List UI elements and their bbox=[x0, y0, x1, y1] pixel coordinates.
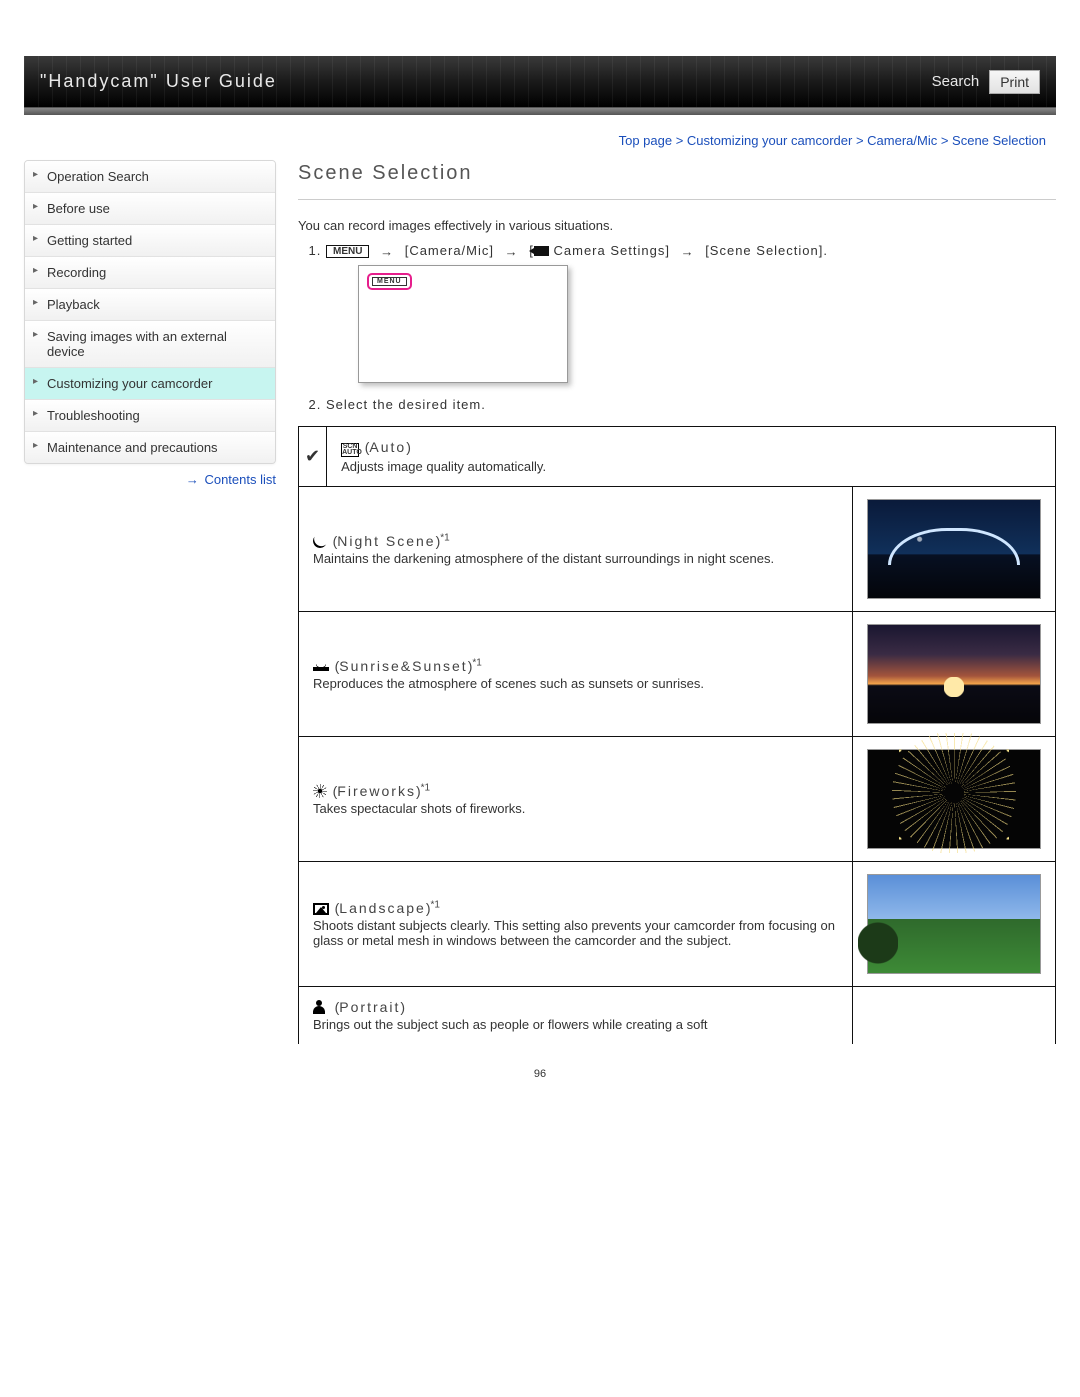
sidebar-item-before-use[interactable]: Before use bbox=[25, 193, 275, 225]
sidebar: Operation Search Before use Getting star… bbox=[24, 160, 276, 1044]
sidebar-item-troubleshooting[interactable]: Troubleshooting bbox=[25, 400, 275, 432]
lcd-screenshot: MENU bbox=[358, 265, 568, 383]
arrow-right-icon: → bbox=[681, 244, 695, 259]
table-row: (Fireworks)*1 Takes spectacular shots of… bbox=[299, 737, 1056, 862]
main-content: Scene Selection You can record images ef… bbox=[298, 160, 1056, 1044]
auto-icon bbox=[341, 443, 359, 457]
sidebar-item-label: Saving images with an external device bbox=[47, 329, 227, 359]
breadcrumb[interactable]: Top page > Customizing your camcorder > … bbox=[24, 133, 1046, 148]
sidebar-item-customizing[interactable]: Customizing your camcorder bbox=[25, 368, 275, 400]
thumbnail-cell bbox=[853, 737, 1056, 862]
camera-icon bbox=[534, 246, 549, 256]
step1-part1: [Camera/Mic] bbox=[405, 243, 494, 258]
table-row: (Night Scene)*1 Maintains the darkening … bbox=[299, 487, 1056, 612]
scene-cell-sunset: (Sunrise&Sunset)*1 Reproduces the atmosp… bbox=[299, 612, 853, 737]
scene-desc: Maintains the darkening atmosphere of th… bbox=[313, 551, 838, 566]
table-row: (Sunrise&Sunset)*1 Reproduces the atmosp… bbox=[299, 612, 1056, 737]
sidebar-item-label: Maintenance and precautions bbox=[47, 440, 218, 455]
contents-list-link[interactable]: Contents list bbox=[204, 472, 276, 487]
landscape-thumbnail bbox=[867, 874, 1041, 974]
sidebar-item-label: Troubleshooting bbox=[47, 408, 140, 423]
menu-badge-icon: MENU bbox=[326, 245, 369, 258]
check-icon: ✔ bbox=[299, 427, 327, 487]
portrait-icon bbox=[313, 1000, 329, 1014]
scene-desc: Reproduces the atmosphere of scenes such… bbox=[313, 676, 838, 691]
intro-text: You can record images effectively in var… bbox=[298, 218, 1056, 233]
scene-superscript: *1 bbox=[421, 782, 430, 793]
sidebar-item-label: Getting started bbox=[47, 233, 132, 248]
sidebar-item-label: Operation Search bbox=[47, 169, 149, 184]
scene-cell-fireworks: (Fireworks)*1 Takes spectacular shots of… bbox=[299, 737, 853, 862]
sidebar-item-label: Before use bbox=[47, 201, 110, 216]
scene-selection-table: ✔ (Auto) Adjusts image quality automatic… bbox=[298, 426, 1056, 1044]
moon-icon bbox=[313, 534, 327, 548]
search-link[interactable]: Search bbox=[932, 73, 980, 90]
thumbnail-cell bbox=[853, 612, 1056, 737]
sidebar-item-operation-search[interactable]: Operation Search bbox=[25, 161, 275, 193]
scene-name: Landscape bbox=[339, 900, 426, 916]
scene-name: Fireworks bbox=[337, 783, 416, 799]
sidebar-list: Operation Search Before use Getting star… bbox=[24, 160, 276, 464]
sidebar-item-maintenance[interactable]: Maintenance and precautions bbox=[25, 432, 275, 463]
guide-title: "Handycam" User Guide bbox=[40, 71, 277, 92]
thumbnail-cell bbox=[853, 862, 1056, 987]
menu-small-label: MENU bbox=[372, 277, 407, 286]
arrow-right-icon: → bbox=[186, 472, 199, 487]
scene-desc: Adjusts image quality automatically. bbox=[341, 459, 1041, 474]
sidebar-item-getting-started[interactable]: Getting started bbox=[25, 225, 275, 257]
night-scene-thumbnail bbox=[867, 499, 1041, 599]
table-row: (Landscape)*1 Shoots distant subjects cl… bbox=[299, 862, 1056, 987]
step-2: Select the desired item. bbox=[326, 397, 1056, 412]
scene-name: Portrait bbox=[339, 999, 400, 1015]
landscape-icon bbox=[313, 903, 329, 915]
menu-highlight: MENU bbox=[367, 273, 412, 290]
sidebar-item-saving-images[interactable]: Saving images with an external device bbox=[25, 321, 275, 368]
sidebar-item-playback[interactable]: Playback bbox=[25, 289, 275, 321]
fireworks-thumbnail bbox=[867, 749, 1041, 849]
scene-superscript: *1 bbox=[430, 900, 439, 911]
scene-name: Night Scene bbox=[337, 533, 435, 549]
scene-desc: Shoots distant subjects clearly. This se… bbox=[313, 918, 838, 948]
print-button[interactable]: Print bbox=[989, 70, 1040, 94]
arrow-right-icon: → bbox=[380, 244, 394, 259]
sidebar-item-recording[interactable]: Recording bbox=[25, 257, 275, 289]
scene-cell-night: (Night Scene)*1 Maintains the darkening … bbox=[299, 487, 853, 612]
contents-list-wrap: → Contents list bbox=[24, 472, 276, 487]
scene-desc: Brings out the subject such as people or… bbox=[313, 1017, 838, 1032]
step1-part3: [Scene Selection]. bbox=[705, 243, 828, 258]
thumbnail-cell bbox=[853, 487, 1056, 612]
table-row: ✔ (Auto) Adjusts image quality automatic… bbox=[299, 427, 1056, 487]
page-number: 96 bbox=[24, 1068, 1056, 1080]
step-1: MENU → [Camera/Mic] → [ Camera Settings]… bbox=[326, 243, 1056, 383]
sidebar-item-label: Playback bbox=[47, 297, 100, 312]
step2-text: Select the desired item. bbox=[326, 397, 486, 412]
fireworks-icon bbox=[313, 784, 327, 798]
sidebar-item-label: Customizing your camcorder bbox=[47, 376, 212, 391]
scene-desc: Takes spectacular shots of fireworks. bbox=[313, 801, 838, 816]
title-rule bbox=[298, 199, 1056, 200]
header-bar: "Handycam" User Guide Search Print bbox=[24, 56, 1056, 108]
sidebar-item-label: Recording bbox=[47, 265, 106, 280]
thumbnail-cell bbox=[853, 987, 1056, 1045]
scene-cell-portrait: (Portrait) Brings out the subject such a… bbox=[299, 987, 853, 1045]
arrow-right-icon: → bbox=[505, 244, 519, 259]
header-underbar bbox=[24, 108, 1056, 115]
scene-superscript: *1 bbox=[472, 657, 481, 668]
step1-part2: Camera Settings] bbox=[554, 243, 670, 258]
scene-cell-landscape: (Landscape)*1 Shoots distant subjects cl… bbox=[299, 862, 853, 987]
page-title: Scene Selection bbox=[298, 162, 1056, 185]
sunrise-icon bbox=[313, 659, 329, 673]
scene-superscript: *1 bbox=[440, 532, 449, 543]
table-row: (Portrait) Brings out the subject such a… bbox=[299, 987, 1056, 1045]
sunset-thumbnail bbox=[867, 624, 1041, 724]
scene-cell-auto: (Auto) Adjusts image quality automatical… bbox=[327, 427, 1056, 487]
scene-name: Sunrise&Sunset bbox=[339, 658, 467, 674]
scene-name: Auto bbox=[369, 439, 406, 455]
steps-list: MENU → [Camera/Mic] → [ Camera Settings]… bbox=[326, 243, 1056, 412]
